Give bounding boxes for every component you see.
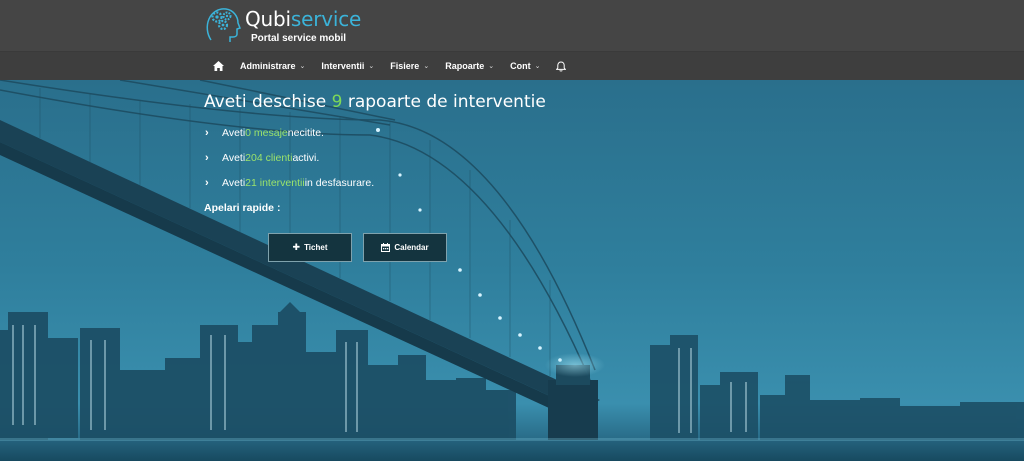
- nav-notifications[interactable]: [548, 52, 574, 80]
- active-clients-link[interactable]: 204 clienti: [245, 152, 292, 164]
- chevron-down-icon: ⌄: [368, 63, 375, 70]
- nav-item-interventii[interactable]: Interventii ⌄: [313, 52, 382, 80]
- interventions-link[interactable]: 21 interventii: [245, 177, 305, 189]
- calendar-button[interactable]: Calendar: [363, 233, 447, 262]
- new-ticket-button[interactable]: ✚ Tichet: [268, 233, 352, 262]
- quick-actions-title: Apelari rapide :: [204, 202, 281, 214]
- calendar-icon: [381, 243, 391, 252]
- stat-interventions: › Aveti 21 interventii in desfasurare.: [205, 177, 375, 189]
- chevron-right-icon: ›: [205, 127, 209, 139]
- chevron-down-icon: ⌄: [534, 63, 541, 70]
- plus-icon: ✚: [292, 242, 301, 252]
- stat-unread-messages: › Aveti 0 mesaje necitite.: [205, 127, 324, 139]
- hero-section: Aveti deschise 9 rapoarte de interventie…: [0, 80, 1024, 461]
- brand-name: Qubiservice: [245, 7, 362, 31]
- stat-active-clients: › Aveti 204 clienti activi.: [205, 152, 320, 164]
- chevron-right-icon: ›: [205, 177, 209, 189]
- brand-subtitle: Portal service mobil: [251, 33, 347, 44]
- chevron-down-icon: ⌄: [488, 63, 495, 70]
- gears-head-icon: [206, 8, 241, 42]
- open-reports-count: 9: [331, 92, 343, 112]
- unread-messages-link[interactable]: 0 mesaje: [245, 127, 288, 139]
- nav-home[interactable]: [205, 52, 232, 80]
- nav-item-cont[interactable]: Cont ⌄: [502, 52, 548, 80]
- chevron-right-icon: ›: [205, 152, 209, 164]
- home-icon: [213, 61, 224, 71]
- main-nav: Administrare ⌄ Interventii ⌄ Fisiere ⌄ Rapo…: [0, 52, 1024, 80]
- nav-item-administrare[interactable]: Administrare ⌄: [232, 52, 313, 80]
- chevron-down-icon: ⌄: [299, 63, 306, 70]
- brand[interactable]: Qubiservice Portal service mobil: [203, 4, 363, 48]
- chevron-down-icon: ⌄: [423, 63, 430, 70]
- nav-item-fisiere[interactable]: Fisiere ⌄: [382, 52, 437, 80]
- header: Qubiservice Portal service mobil: [0, 0, 1024, 52]
- headline: Aveti deschise 9 rapoarte de interventie: [204, 92, 546, 112]
- bell-icon: [556, 60, 567, 72]
- nav-item-rapoarte[interactable]: Rapoarte ⌄: [437, 52, 502, 80]
